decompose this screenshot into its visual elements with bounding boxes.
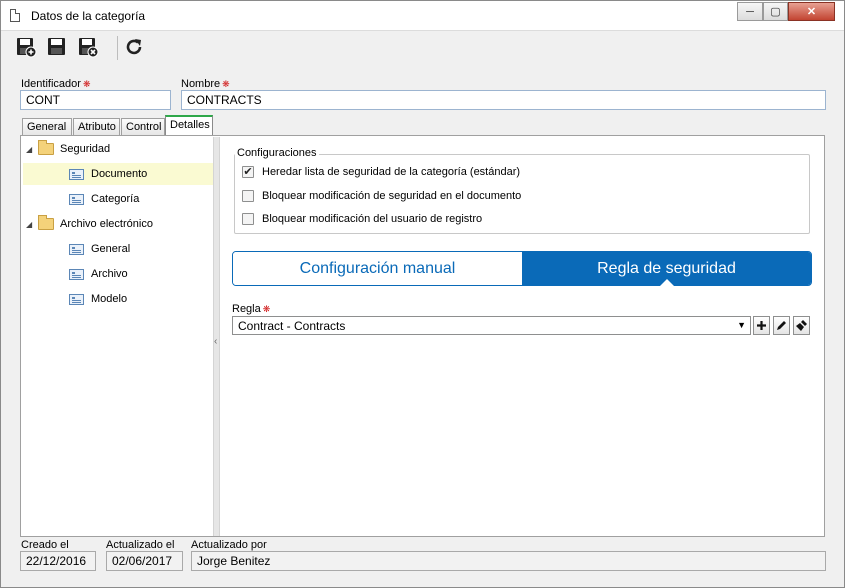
tab-atributo[interactable]: Atributo	[73, 118, 120, 135]
clear-regla-button[interactable]	[793, 316, 810, 335]
regla-seguridad-label: Regla de seguridad	[597, 259, 736, 277]
dropdown-arrow-icon[interactable]: ▼	[737, 320, 746, 330]
creado-field: 22/12/2016	[20, 551, 96, 571]
security-mode-toggle: Configuración manual Regla de seguridad	[232, 251, 812, 286]
save-close-button[interactable]	[77, 36, 99, 58]
minimize-button[interactable]: ─	[737, 2, 763, 21]
add-regla-button[interactable]	[753, 316, 770, 335]
tree-node-general[interactable]: General	[23, 238, 213, 260]
identificador-label-text: Identificador	[21, 78, 81, 90]
window-title: Datos de la categoría	[31, 9, 146, 23]
toolbar-separator	[117, 36, 118, 60]
tree-node-archivo-electronico[interactable]: ◢ Archivo electrónico	[26, 213, 211, 235]
regla-select-value: Contract - Contracts	[238, 319, 346, 333]
regla-label-text: Regla	[232, 303, 261, 315]
tree-node-archivo[interactable]: Archivo	[23, 263, 213, 285]
nombre-label-text: Nombre	[181, 78, 221, 90]
creado-label: Creado el	[21, 539, 69, 551]
identificador-input[interactable]: CONT	[20, 90, 171, 110]
form-icon	[69, 243, 84, 255]
heredar-checkbox[interactable]: ✔	[242, 166, 254, 178]
configuracion-manual-option[interactable]: Configuración manual	[233, 252, 522, 285]
regla-select[interactable]: Contract - Contracts ▼	[232, 316, 751, 335]
form-icon	[69, 168, 84, 180]
panel-splitter[interactable]: ‹	[213, 137, 220, 536]
maximize-button[interactable]: ▢	[763, 2, 788, 21]
toolbar	[1, 32, 844, 64]
selected-pointer-icon	[660, 279, 674, 286]
save-plus-icon	[17, 38, 37, 58]
bloquear-seguridad-checkbox[interactable]	[242, 190, 254, 202]
actualizado-por-label: Actualizado por	[191, 539, 267, 551]
required-icon: ❋	[82, 79, 91, 89]
tree-node-label: Seguridad	[60, 143, 111, 155]
tree-node-label: Categoría	[91, 193, 140, 205]
regla-label: Regla ❋	[232, 303, 270, 315]
form-icon	[69, 268, 84, 280]
collapse-chevron-icon[interactable]: ‹	[214, 336, 217, 347]
bloquear-usuario-label: Bloquear modificación del usuario de reg…	[262, 213, 483, 225]
save-button[interactable]	[46, 36, 68, 58]
tree-node-label: Modelo	[91, 293, 128, 305]
refresh-icon	[126, 39, 142, 55]
tree-node-seguridad[interactable]: ◢ Seguridad	[26, 138, 211, 160]
pencil-icon	[777, 321, 786, 330]
expanded-triangle-icon[interactable]: ◢	[26, 145, 38, 154]
tree-node-categoria[interactable]: Categoría	[23, 188, 213, 210]
details-tree: ◢ Seguridad Documento Categoría ◢ Archiv…	[22, 137, 213, 536]
tab-detalles[interactable]: Detalles	[165, 115, 213, 135]
document-icon	[10, 9, 20, 22]
close-button[interactable]: ✕	[788, 2, 835, 21]
check-icon: ✔	[243, 166, 253, 178]
folder-icon	[38, 140, 54, 155]
tree-node-label: Archivo	[91, 268, 128, 280]
tree-node-label: Documento	[91, 168, 148, 180]
actualizado-field: 02/06/2017	[106, 551, 183, 571]
actualizado-por-field: Jorge Benitez	[191, 551, 826, 571]
window: Datos de la categoría ─ ▢ ✕ Identificado…	[0, 0, 845, 588]
refresh-button[interactable]	[123, 36, 145, 58]
regla-seguridad-option[interactable]: Regla de seguridad	[522, 252, 811, 286]
required-icon: ❋	[262, 304, 271, 314]
expanded-triangle-icon[interactable]: ◢	[26, 220, 38, 229]
tab-control[interactable]: Control	[121, 118, 165, 135]
tree-node-modelo[interactable]: Modelo	[23, 288, 213, 310]
tree-node-documento[interactable]: Documento	[23, 163, 213, 185]
title-bar: Datos de la categoría ─ ▢ ✕	[1, 1, 844, 31]
bloquear-usuario-checkbox[interactable]	[242, 213, 254, 225]
folder-icon	[38, 215, 54, 230]
tab-general[interactable]: General	[22, 118, 72, 135]
heredar-label: Heredar lista de seguridad de la categor…	[262, 166, 521, 178]
save-icon	[48, 38, 65, 55]
save-new-button[interactable]	[15, 36, 37, 58]
form-icon	[69, 293, 84, 305]
plus-icon	[757, 321, 766, 330]
form-icon	[69, 193, 84, 205]
save-close-icon	[79, 38, 99, 58]
required-icon: ❋	[222, 79, 230, 89]
actualizado-label: Actualizado el	[106, 539, 175, 551]
nombre-input[interactable]: CONTRACTS	[181, 90, 826, 110]
tree-node-label: General	[91, 243, 131, 255]
nombre-label: Nombre ❋	[181, 78, 230, 90]
identificador-label: Identificador ❋	[21, 78, 90, 90]
tree-node-label: Archivo electrónico	[60, 218, 153, 230]
edit-regla-button[interactable]	[773, 316, 790, 335]
configuraciones-legend: Configuraciones	[235, 147, 319, 159]
broom-icon	[796, 320, 807, 331]
bloquear-seguridad-label: Bloquear modificación de seguridad en el…	[262, 190, 522, 202]
